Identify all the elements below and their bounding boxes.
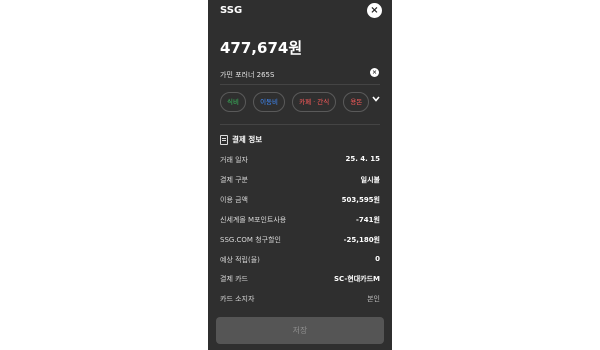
transaction-detail-panel: SSG × 477,674원 가민 포러너 265S × 식비 이동비 카페 ·…	[208, 0, 392, 350]
category-chip-food[interactable]: 식비	[220, 92, 246, 112]
row-value: 본인	[367, 295, 380, 303]
row-label: 카드 소지자	[220, 295, 255, 303]
category-chip-transport[interactable]: 이동비	[253, 92, 286, 112]
save-button[interactable]: 저장	[216, 317, 384, 344]
close-icon[interactable]: ×	[367, 3, 382, 18]
detail-row: 결제 구분 일시불	[220, 175, 380, 187]
row-label: 예상 적립(율)	[220, 256, 260, 264]
row-label: 결제 구분	[220, 176, 248, 184]
category-chip-allowance[interactable]: 용돈	[343, 92, 370, 112]
detail-row: 결제 카드 SC-현대카드M	[220, 274, 380, 286]
detail-row: 카드 소지자 본인	[220, 294, 380, 306]
memo-divider	[220, 84, 380, 85]
category-chip-list: 식비 이동비 카페 · 간식 용돈 문	[220, 92, 380, 112]
clear-memo-icon[interactable]: ×	[370, 68, 379, 77]
row-label: 거래 일자	[220, 156, 248, 164]
transaction-amount: 477,674원	[220, 39, 303, 57]
section-divider	[220, 124, 380, 125]
section-title: 결제 정보	[232, 135, 263, 144]
merchant-title: SSG	[220, 5, 243, 16]
receipt-icon	[220, 135, 228, 145]
row-label: 결제 카드	[220, 275, 248, 283]
detail-row: SSG.COM 청구할인 -25,180원	[220, 235, 380, 247]
row-value: 일시불	[360, 176, 380, 184]
row-value: 0	[375, 255, 380, 263]
detail-row: 예상 적립(율) 0	[220, 255, 380, 267]
memo-text[interactable]: 가민 포러너 265S	[220, 70, 274, 80]
row-value: -25,180원	[343, 236, 380, 244]
detail-row: 이용 금액 503,595원	[220, 195, 380, 207]
row-value: 25. 4. 15	[345, 155, 380, 163]
row-value: -741원	[356, 216, 380, 224]
row-label: 신세계몰 M포인트사용	[220, 216, 287, 224]
row-value: 503,595원	[341, 196, 380, 204]
category-chip-cafe[interactable]: 카페 · 간식	[292, 92, 337, 112]
detail-row: 거래 일자 25. 4. 15	[220, 155, 380, 167]
row-label: 이용 금액	[220, 196, 248, 204]
row-label: SSG.COM 청구할인	[220, 236, 281, 244]
detail-row: 신세계몰 M포인트사용 -741원	[220, 215, 380, 227]
row-value: SC-현대카드M	[334, 275, 380, 283]
chevron-down-icon[interactable]	[369, 94, 383, 110]
